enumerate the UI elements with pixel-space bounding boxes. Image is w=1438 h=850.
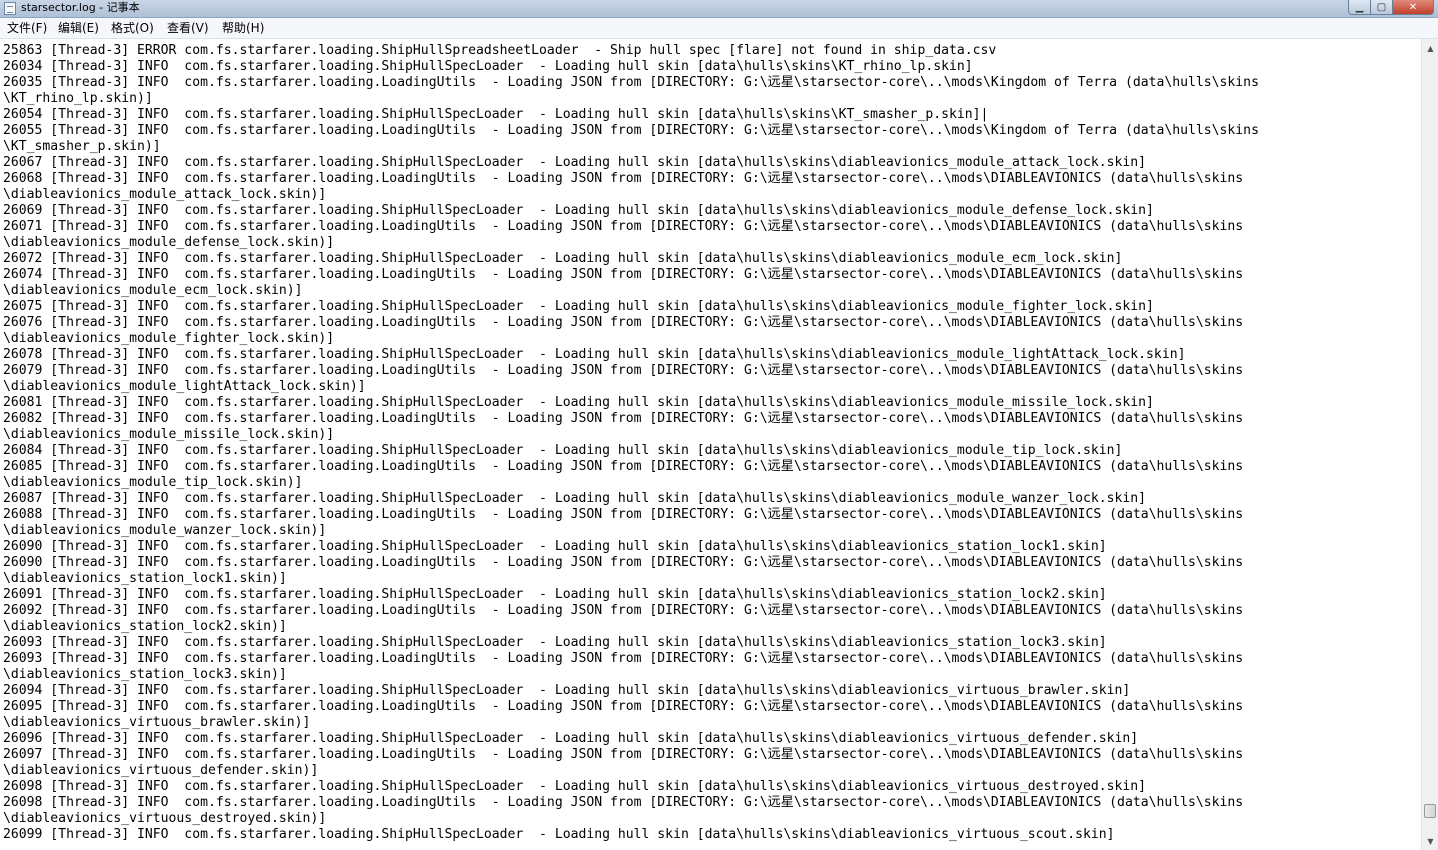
log-line: \diableavionics_module_missile_lock.skin… — [3, 427, 335, 442]
close-button[interactable]: ✕ — [1393, 0, 1434, 15]
menu-view[interactable]: 查看(V) — [167, 21, 209, 35]
log-line: 26098 [Thread-3] INFO com.fs.starfarer.l… — [3, 795, 1244, 810]
menu-format[interactable]: 格式(O) — [111, 21, 154, 35]
log-line: 26079 [Thread-3] INFO com.fs.starfarer.l… — [3, 363, 1244, 378]
log-line: 26069 [Thread-3] INFO com.fs.starfarer.l… — [3, 203, 1154, 218]
log-line: 26099 [Thread-3] INFO com.fs.starfarer.l… — [3, 827, 1115, 842]
log-line: 26090 [Thread-3] INFO com.fs.starfarer.l… — [3, 539, 1107, 554]
log-line: 26055 [Thread-3] INFO com.fs.starfarer.l… — [3, 123, 1259, 138]
menu-edit[interactable]: 编辑(E) — [58, 21, 99, 35]
log-line: 26087 [Thread-3] INFO com.fs.starfarer.l… — [3, 491, 1147, 506]
log-line: 26094 [Thread-3] INFO com.fs.starfarer.l… — [3, 683, 1131, 698]
log-line: \diableavionics_module_fighter_lock.skin… — [3, 331, 335, 346]
minimize-icon: ▁ — [1355, 1, 1364, 13]
log-line: \diableavionics_module_lightAttack_lock.… — [3, 379, 366, 394]
log-line: 26096 [Thread-3] INFO com.fs.starfarer.l… — [3, 731, 1139, 746]
log-line: 26071 [Thread-3] INFO com.fs.starfarer.l… — [3, 219, 1244, 234]
log-line: 26097 [Thread-3] INFO com.fs.starfarer.l… — [3, 747, 1244, 762]
log-line: 26090 [Thread-3] INFO com.fs.starfarer.l… — [3, 555, 1244, 570]
log-line: \diableavionics_station_lock1.skin)] — [3, 571, 287, 586]
log-line: 26078 [Thread-3] INFO com.fs.starfarer.l… — [3, 347, 1186, 362]
log-line: \diableavionics_station_lock2.skin)] — [3, 619, 287, 634]
log-line: 26098 [Thread-3] INFO com.fs.starfarer.l… — [3, 779, 1147, 794]
menu-help[interactable]: 帮助(H) — [222, 21, 264, 35]
log-line: 26072 [Thread-3] INFO com.fs.starfarer.l… — [3, 251, 1123, 266]
log-line: 26088 [Thread-3] INFO com.fs.starfarer.l… — [3, 507, 1244, 522]
scroll-down-button[interactable]: ▼ — [1423, 833, 1438, 849]
log-line: 25863 [Thread-3] ERROR com.fs.starfarer.… — [3, 43, 997, 58]
log-line: 26067 [Thread-3] INFO com.fs.starfarer.l… — [3, 155, 1147, 170]
log-line: 26082 [Thread-3] INFO com.fs.starfarer.l… — [3, 411, 1244, 426]
text-editor[interactable]: 25863 [Thread-3] ERROR com.fs.starfarer.… — [0, 39, 1421, 850]
log-line: \diableavionics_virtuous_defender.skin)] — [3, 763, 319, 778]
menu-file[interactable]: 文件(F) — [7, 21, 47, 35]
log-line: 26084 [Thread-3] INFO com.fs.starfarer.l… — [3, 443, 1123, 458]
log-line: 26093 [Thread-3] INFO com.fs.starfarer.l… — [3, 635, 1107, 650]
log-line: \diableavionics_virtuous_brawler.skin)] — [3, 715, 311, 730]
scroll-thumb[interactable] — [1424, 804, 1436, 818]
log-line: \diableavionics_module_defense_lock.skin… — [3, 235, 335, 250]
log-line: 26085 [Thread-3] INFO com.fs.starfarer.l… — [3, 459, 1244, 474]
maximize-icon: ▢ — [1376, 1, 1387, 13]
log-line: 26076 [Thread-3] INFO com.fs.starfarer.l… — [3, 315, 1244, 330]
log-line: \diableavionics_module_attack_lock.skin)… — [3, 187, 327, 202]
log-line: 26074 [Thread-3] INFO com.fs.starfarer.l… — [3, 267, 1244, 282]
maximize-button[interactable]: ▢ — [1371, 0, 1393, 15]
log-line: 26095 [Thread-3] INFO com.fs.starfarer.l… — [3, 699, 1244, 714]
log-line: \diableavionics_module_wanzer_lock.skin)… — [3, 523, 327, 538]
arrow-up-icon: ▲ — [1427, 43, 1434, 53]
log-line: \diableavionics_module_ecm_lock.skin)] — [3, 283, 303, 298]
close-icon: ✕ — [1408, 1, 1418, 13]
log-line: 26035 [Thread-3] INFO com.fs.starfarer.l… — [3, 75, 1259, 90]
notepad-icon — [4, 2, 16, 15]
log-line: 26092 [Thread-3] INFO com.fs.starfarer.l… — [3, 603, 1244, 618]
window-controls: ▁ ▢ ✕ — [1348, 0, 1434, 17]
log-line: 26068 [Thread-3] INFO com.fs.starfarer.l… — [3, 171, 1244, 186]
menu-bar: 文件(F) 编辑(E) 格式(O) 查看(V) 帮助(H) — [0, 18, 1438, 39]
minimize-button[interactable]: ▁ — [1348, 0, 1371, 15]
log-content[interactable]: 25863 [Thread-3] ERROR com.fs.starfarer.… — [0, 43, 1421, 843]
log-line: 26081 [Thread-3] INFO com.fs.starfarer.l… — [3, 395, 1154, 410]
log-line: 26091 [Thread-3] INFO com.fs.starfarer.l… — [3, 587, 1107, 602]
log-line: 26054 [Thread-3] INFO com.fs.starfarer.l… — [3, 107, 989, 122]
log-line: \diableavionics_station_lock3.skin)] — [3, 667, 287, 682]
log-line: \KT_rhino_lp.skin)] — [3, 91, 153, 106]
window-title: starsector.log - 记事本 — [21, 1, 140, 14]
arrow-down-icon: ▼ — [1427, 836, 1434, 846]
log-line: 26093 [Thread-3] INFO com.fs.starfarer.l… — [3, 651, 1244, 666]
vertical-scrollbar[interactable]: ▲ ▼ — [1421, 39, 1438, 850]
log-line: \diableavionics_module_tip_lock.skin)] — [3, 475, 303, 490]
scroll-up-button[interactable]: ▲ — [1423, 40, 1438, 56]
title-bar[interactable]: starsector.log - 记事本 ▁ ▢ ✕ — [0, 0, 1438, 18]
log-line: \diableavionics_virtuous_destroyed.skin)… — [3, 811, 327, 826]
log-line: \KT_smasher_p.skin)] — [3, 139, 161, 154]
log-line: 26075 [Thread-3] INFO com.fs.starfarer.l… — [3, 299, 1154, 314]
log-line: 26034 [Thread-3] INFO com.fs.starfarer.l… — [3, 59, 973, 74]
